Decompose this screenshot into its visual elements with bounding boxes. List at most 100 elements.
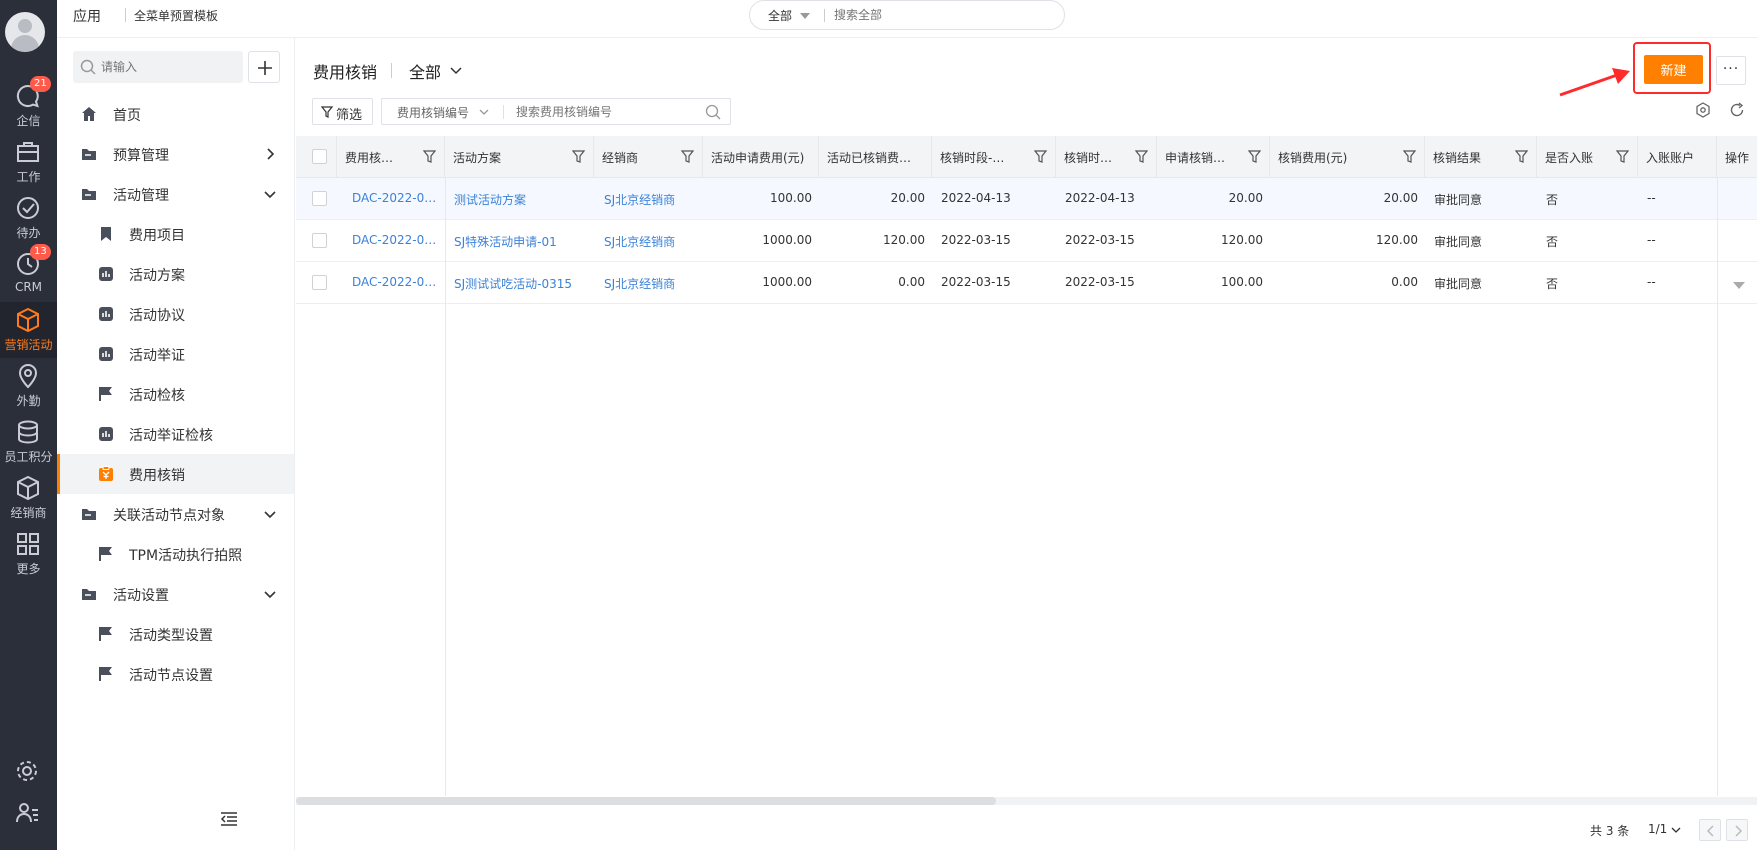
nav-marketing[interactable]: 营销活动 (0, 302, 57, 358)
filter-icon[interactable] (1034, 150, 1047, 163)
select-all-checkbox[interactable] (312, 149, 327, 164)
user-list-icon[interactable] (14, 800, 40, 826)
filter-icon[interactable] (1135, 150, 1148, 163)
table-row[interactable]: DAC-2022-0… SJ特殊活动申请-01 SJ北京经销商 1000.00 … (296, 220, 1757, 262)
scrollbar-thumb[interactable] (296, 797, 996, 805)
data-table: 费用核… 活动方案 经销商 活动申请费用(元) 活动已核销费… 核销时段-… 核… (296, 136, 1757, 796)
next-page-button[interactable] (1726, 819, 1748, 841)
pager-total: 共 3 条 (1590, 824, 1630, 838)
menu-item-activity-mgmt[interactable]: 活动管理 (57, 174, 294, 214)
cell-apply-amount: 100.00 (1221, 275, 1263, 289)
column-header[interactable]: 经销商 (594, 136, 703, 178)
row-checkbox[interactable] (312, 233, 327, 248)
row-checkbox[interactable] (312, 191, 327, 206)
filter-icon[interactable] (1616, 150, 1629, 163)
menu-item-proof-check[interactable]: 活动举证检核 (57, 414, 294, 454)
search-icon[interactable] (705, 104, 721, 120)
search-scope-select[interactable]: 全部 (768, 7, 792, 24)
menu-item-node-settings[interactable]: 活动节点设置 (57, 654, 294, 694)
column-header[interactable]: 核销时段-… (932, 136, 1056, 178)
refresh-icon[interactable] (1729, 102, 1745, 118)
filter-icon[interactable] (572, 150, 585, 163)
filter-icon[interactable] (1403, 150, 1416, 163)
more-button[interactable]: ··· (1716, 56, 1746, 85)
column-header[interactable]: 是否入账 (1537, 136, 1638, 178)
chevron-down-icon[interactable] (1671, 827, 1681, 834)
table-row[interactable]: DAC-2022-0… 测试活动方案 SJ北京经销商 100.00 20.00 … (296, 178, 1757, 220)
nav-dealer[interactable]: 经销商 (0, 470, 57, 526)
horizontal-scrollbar[interactable] (296, 797, 1757, 805)
column-header[interactable]: 活动方案 (445, 136, 594, 178)
cell-period-start: 2022-03-15 (941, 275, 1011, 289)
settings-icon[interactable] (1695, 102, 1711, 118)
column-header-label: 核销费用(元) (1278, 151, 1348, 165)
menu-item-related-nodes[interactable]: 关联活动节点对象 (57, 494, 294, 534)
menu-item-tpm-photo[interactable]: TPM活动执行拍照 (57, 534, 294, 574)
column-header[interactable]: 申请核销… (1157, 136, 1270, 178)
menu-item-type-settings[interactable]: 活动类型设置 (57, 614, 294, 654)
filter-icon[interactable] (681, 150, 694, 163)
cell-dealer[interactable]: SJ北京经销商 (604, 233, 700, 250)
row-checkbox[interactable] (312, 275, 327, 290)
table-row[interactable]: DAC-2022-0… SJ测试试吃活动-0315 SJ北京经销商 1000.0… (296, 262, 1757, 304)
cell-account: -- (1647, 233, 1656, 247)
nav-label: 营销活动 (4, 338, 53, 352)
cell-dealer[interactable]: SJ北京经销商 (604, 191, 700, 208)
cell-plan[interactable]: SJ特殊活动申请-01 (454, 233, 590, 250)
nav-points[interactable]: 员工积分 (0, 414, 57, 470)
cell-plan[interactable]: SJ测试试吃活动-0315 (454, 275, 590, 292)
nav-badge: 21 (30, 76, 51, 92)
menu-item-activity-settings[interactable]: 活动设置 (57, 574, 294, 614)
column-header[interactable]: 活动申请费用(元) (703, 136, 819, 178)
settings-gear-icon[interactable] (14, 758, 40, 784)
nav-more[interactable]: 更多 (0, 526, 57, 582)
scene-select[interactable]: 全部 (409, 59, 441, 83)
nav-crm[interactable]: 13 CRM (0, 244, 57, 302)
column-header[interactable]: 核销结果 (1425, 136, 1537, 178)
column-header[interactable]: 入账账户 (1638, 136, 1717, 178)
new-button[interactable]: 新建 (1644, 55, 1703, 84)
filter-icon[interactable] (1515, 150, 1528, 163)
avatar[interactable] (5, 12, 45, 52)
caret-down-icon[interactable] (800, 13, 810, 19)
column-header[interactable]: 活动已核销费… (819, 136, 932, 178)
column-header[interactable]: 核销时… (1056, 136, 1157, 178)
column-header[interactable]: 费用核… (337, 136, 445, 178)
menu-item-activity-plan[interactable]: 活动方案 (57, 254, 294, 294)
cell-dealer[interactable]: SJ北京经销商 (604, 275, 700, 292)
cell-code[interactable]: DAC-2022-0… (352, 275, 440, 289)
nav-field[interactable]: 外勤 (0, 358, 57, 414)
filter-icon[interactable] (1248, 150, 1261, 163)
menu-item-home[interactable]: 首页 (57, 94, 294, 134)
collapse-menu-icon[interactable] (220, 811, 238, 827)
chevron-down-icon[interactable] (479, 109, 489, 116)
pager-page-select[interactable]: 1/1 (1648, 822, 1667, 836)
column-header[interactable]: 核销费用(元) (1270, 136, 1425, 178)
nav-work[interactable]: 工作 (0, 134, 57, 190)
filter-button[interactable]: 筛选 (312, 98, 373, 125)
search-field-select[interactable]: 费用核销编号 (397, 104, 469, 121)
cell-code[interactable]: DAC-2022-0… (352, 233, 440, 247)
nav-todo[interactable]: 待办 (0, 190, 57, 246)
row-actions-caret-icon[interactable] (1733, 282, 1745, 290)
apps-link[interactable]: 应用 (73, 6, 101, 26)
menu-item-expense-items[interactable]: 费用项目 (57, 214, 294, 254)
template-label[interactable]: 全菜单预置模板 (134, 7, 218, 24)
nav-qixin[interactable]: 21 企信 (0, 76, 57, 134)
record-search-input[interactable] (516, 103, 696, 121)
chevron-down-icon[interactable] (450, 67, 462, 75)
column-header-label: 操作 (1725, 151, 1750, 165)
cell-code[interactable]: DAC-2022-0… (352, 191, 440, 205)
menu-item-activity-proof[interactable]: 活动举证 (57, 334, 294, 374)
prev-page-button[interactable] (1699, 819, 1721, 841)
menu-search-input[interactable] (101, 58, 236, 76)
global-search-input[interactable] (834, 5, 1034, 25)
menu-item-activity-check[interactable]: 活动检核 (57, 374, 294, 414)
menu-item-activity-agreement[interactable]: 活动协议 (57, 294, 294, 334)
add-menu-button[interactable] (248, 51, 280, 83)
filter-icon[interactable] (423, 150, 436, 163)
menu-item-budget[interactable]: 预算管理 (57, 134, 294, 174)
menu-item-expense-writeoff[interactable]: 费用核销 (57, 454, 294, 494)
menu-item-label: 活动协议 (129, 308, 185, 324)
cell-plan[interactable]: 测试活动方案 (454, 191, 590, 208)
